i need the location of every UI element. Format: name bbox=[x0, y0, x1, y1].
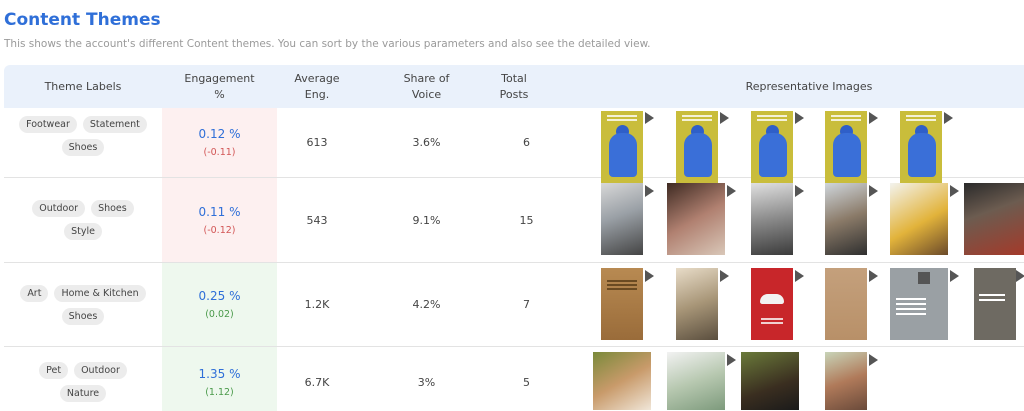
column-total-posts[interactable]: Total Posts bbox=[479, 65, 549, 108]
table-row[interactable]: Outdoor Shoes Style 0.11 % (-0.12) 543 9… bbox=[4, 178, 1024, 263]
table-row[interactable]: Art Home & Kitchen Shoes 0.25 % (0.02) 1… bbox=[4, 263, 1024, 347]
video-play-icon bbox=[869, 270, 878, 282]
post-thumbnail[interactable] bbox=[751, 268, 793, 340]
representative-images bbox=[4, 347, 1024, 411]
table-row[interactable]: Footwear Statement Shoes 0.12 % (-0.11) … bbox=[4, 108, 1024, 183]
column-label: Total bbox=[501, 71, 527, 85]
video-play-icon bbox=[727, 354, 736, 366]
video-play-icon bbox=[869, 185, 878, 197]
column-label: Theme Labels bbox=[44, 79, 122, 93]
video-play-icon bbox=[795, 112, 804, 124]
post-thumbnail[interactable] bbox=[825, 183, 867, 255]
post-thumbnail[interactable] bbox=[825, 111, 867, 183]
post-thumbnail[interactable] bbox=[751, 183, 793, 255]
video-play-icon bbox=[645, 112, 654, 124]
video-play-icon bbox=[944, 112, 953, 124]
page-title: Content Themes bbox=[4, 10, 161, 30]
post-thumbnail[interactable] bbox=[676, 268, 718, 340]
post-thumbnail[interactable] bbox=[974, 268, 1016, 340]
video-play-icon bbox=[795, 270, 804, 282]
video-play-icon bbox=[727, 185, 736, 197]
post-thumbnail[interactable] bbox=[593, 352, 651, 410]
representative-images bbox=[4, 263, 1024, 346]
column-label: Share of bbox=[403, 71, 450, 85]
post-thumbnail[interactable] bbox=[964, 183, 1024, 255]
column-label: Engagement bbox=[184, 71, 255, 85]
table-row[interactable]: Pet Outdoor Nature 1.35 % (1.12) 6.7K 3%… bbox=[4, 347, 1024, 411]
video-play-icon bbox=[645, 270, 654, 282]
content-themes-table: Theme Labels Engagement % Average Eng. S… bbox=[4, 65, 1024, 411]
column-theme-labels[interactable]: Theme Labels bbox=[4, 65, 162, 108]
video-play-icon bbox=[869, 112, 878, 124]
post-thumbnail[interactable] bbox=[741, 352, 799, 410]
video-play-icon bbox=[795, 185, 804, 197]
post-thumbnail[interactable] bbox=[667, 352, 725, 410]
video-play-icon bbox=[1016, 270, 1024, 282]
post-thumbnail[interactable] bbox=[667, 183, 725, 255]
post-thumbnail[interactable] bbox=[825, 268, 867, 340]
video-play-icon bbox=[950, 185, 959, 197]
column-label: Posts bbox=[499, 87, 529, 101]
column-label: % bbox=[214, 87, 225, 101]
post-thumbnail[interactable] bbox=[676, 111, 718, 183]
column-label: Average bbox=[294, 71, 340, 85]
column-share-of-voice[interactable]: Share of Voice bbox=[374, 65, 479, 108]
post-thumbnail[interactable] bbox=[601, 183, 643, 255]
video-play-icon bbox=[720, 112, 729, 124]
column-average-eng[interactable]: Average Eng. bbox=[277, 65, 357, 108]
video-play-icon bbox=[950, 270, 959, 282]
post-thumbnail[interactable] bbox=[900, 111, 942, 183]
post-thumbnail[interactable] bbox=[601, 268, 643, 340]
representative-images bbox=[4, 108, 1024, 183]
post-thumbnail[interactable] bbox=[890, 183, 948, 255]
post-thumbnail[interactable] bbox=[825, 352, 867, 410]
column-label: Voice bbox=[411, 87, 442, 101]
post-thumbnail[interactable] bbox=[890, 268, 948, 340]
post-thumbnail[interactable] bbox=[751, 111, 793, 183]
column-label: Eng. bbox=[304, 87, 330, 101]
column-label: Representative Images bbox=[745, 79, 873, 93]
column-representative-images: Representative Images bbox=[594, 65, 1024, 108]
table-header: Theme Labels Engagement % Average Eng. S… bbox=[4, 65, 1024, 108]
column-engagement[interactable]: Engagement % bbox=[162, 65, 277, 108]
post-thumbnail[interactable] bbox=[601, 111, 643, 183]
representative-images bbox=[4, 178, 1024, 262]
video-play-icon bbox=[720, 270, 729, 282]
video-play-icon bbox=[645, 185, 654, 197]
page-subtitle: This shows the account's different Conte… bbox=[4, 38, 651, 50]
video-play-icon bbox=[869, 354, 878, 366]
